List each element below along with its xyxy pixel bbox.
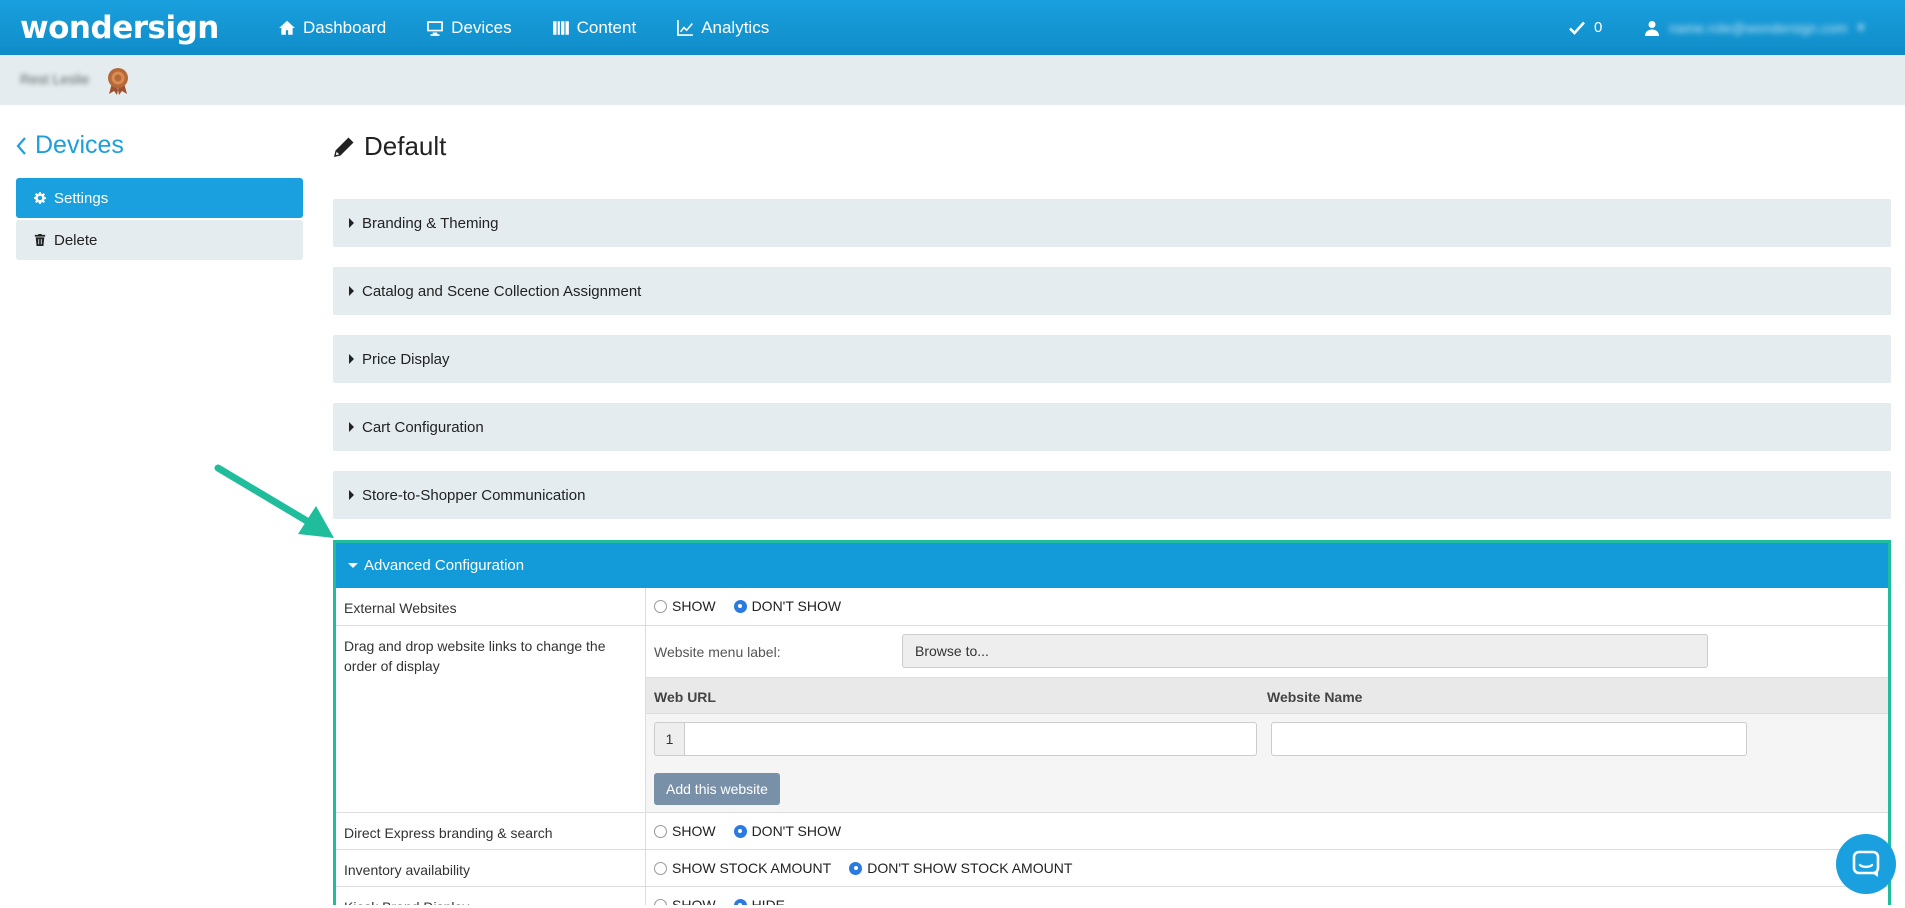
url-table-header: Web URL Website Name bbox=[646, 677, 1888, 714]
kiosk-brand-label: Kiosk Brand Display bbox=[336, 887, 646, 905]
website-menu-label-input[interactable]: Browse to... bbox=[902, 634, 1708, 668]
top-navbar: wondersign Dashboard Devices Content Ana… bbox=[0, 0, 1905, 55]
inventory-show-option[interactable]: SHOW STOCK AMOUNT bbox=[654, 860, 831, 876]
annotation-arrow bbox=[214, 464, 334, 538]
chevron-left-icon bbox=[16, 136, 26, 155]
row-direct-express: Direct Express branding & search SHOW DO… bbox=[336, 813, 1888, 850]
user-menu[interactable]: name.role@wondersign.com ▾ bbox=[1645, 0, 1864, 55]
notification-count: 0 bbox=[1594, 19, 1603, 36]
chat-icon bbox=[1852, 850, 1880, 877]
pencil-icon bbox=[334, 137, 354, 157]
advanced-configuration-header[interactable]: Advanced Configuration bbox=[336, 543, 1888, 588]
radio-button[interactable] bbox=[654, 861, 667, 875]
panel-store-to-shopper[interactable]: Store-to-Shopper Communication bbox=[333, 471, 1891, 519]
caret-right-icon bbox=[349, 490, 354, 500]
radio-button[interactable] bbox=[654, 898, 667, 905]
home-icon bbox=[279, 20, 295, 35]
advanced-configuration-section: Advanced Configuration External Websites… bbox=[333, 540, 1891, 905]
kiosk-brand-show-option[interactable]: SHOW bbox=[654, 897, 716, 905]
nav-content[interactable]: Content bbox=[552, 18, 636, 38]
gear-icon bbox=[34, 192, 46, 204]
radio-button[interactable] bbox=[654, 599, 667, 613]
radio-button-selected[interactable] bbox=[733, 599, 747, 613]
add-website-button[interactable]: Add this website bbox=[654, 773, 780, 805]
account-bar: Rest Leslie bbox=[0, 55, 1905, 105]
sidebar-item-settings[interactable]: Settings bbox=[16, 178, 303, 218]
website-order-label: Drag and drop website links to change th… bbox=[336, 626, 646, 812]
col-website-name: Website Name bbox=[1267, 689, 1363, 705]
external-websites-dont-show-option[interactable]: DON'T SHOW bbox=[733, 598, 841, 614]
col-web-url: Web URL bbox=[654, 689, 716, 705]
inventory-dont-show-option[interactable]: DON'T SHOW STOCK AMOUNT bbox=[849, 860, 1072, 876]
chat-launcher-button[interactable] bbox=[1836, 834, 1896, 894]
radio-button-selected[interactable] bbox=[849, 861, 863, 875]
website-url-table: Web URL Website Name 1 Add this website bbox=[646, 677, 1888, 812]
page-title: Default bbox=[333, 131, 446, 162]
row-external-websites: External Websites SHOW DON'T SHOW bbox=[336, 588, 1888, 626]
web-url-input[interactable] bbox=[684, 722, 1257, 756]
caret-right-icon bbox=[349, 354, 354, 364]
notification-indicator[interactable]: 0 bbox=[1568, 0, 1602, 55]
sidebar-item-delete[interactable]: Delete bbox=[16, 220, 303, 260]
external-websites-radio-group: SHOW DON'T SHOW bbox=[654, 598, 859, 614]
panel-catalog-assignment[interactable]: Catalog and Scene Collection Assignment bbox=[333, 267, 1891, 315]
row-website-order: Drag and drop website links to change th… bbox=[336, 626, 1888, 813]
monitor-icon bbox=[427, 20, 444, 36]
kiosk-brand-hide-option[interactable]: HIDE bbox=[733, 897, 785, 905]
nav-devices[interactable]: Devices bbox=[426, 18, 512, 38]
radio-button-selected[interactable] bbox=[733, 824, 747, 838]
line-chart-icon bbox=[677, 19, 694, 36]
panel-cart-configuration[interactable]: Cart Configuration bbox=[333, 403, 1891, 451]
website-name-input[interactable] bbox=[1271, 722, 1747, 756]
row-number: 1 bbox=[654, 722, 684, 756]
user-icon bbox=[1645, 20, 1659, 36]
main-nav: Dashboard Devices Content Analytics bbox=[278, 0, 769, 55]
direct-express-show-option[interactable]: SHOW bbox=[654, 823, 716, 839]
panel-branding-theming[interactable]: Branding & Theming bbox=[333, 199, 1891, 247]
columns-icon bbox=[552, 20, 569, 35]
caret-down-icon bbox=[348, 563, 358, 568]
trash-icon bbox=[34, 234, 46, 246]
inventory-label: Inventory availability bbox=[336, 850, 646, 886]
caret-right-icon bbox=[349, 286, 354, 296]
website-menu-label: Website menu label: bbox=[654, 644, 781, 660]
panel-price-display[interactable]: Price Display bbox=[333, 335, 1891, 383]
radio-button-selected[interactable] bbox=[733, 898, 747, 905]
row-inventory-availability: Inventory availability SHOW STOCK AMOUNT… bbox=[336, 850, 1888, 887]
external-websites-label: External Websites bbox=[336, 588, 646, 625]
external-websites-show-option[interactable]: SHOW bbox=[654, 598, 716, 614]
direct-express-radio-group: SHOW DON'T SHOW bbox=[654, 823, 859, 839]
check-icon bbox=[1569, 21, 1585, 35]
user-email: name.role@wondersign.com bbox=[1669, 19, 1848, 36]
award-ribbon-icon bbox=[108, 68, 128, 95]
direct-express-label: Direct Express branding & search bbox=[336, 813, 646, 849]
nav-dashboard[interactable]: Dashboard bbox=[278, 18, 386, 38]
kiosk-brand-radio-group: SHOW HIDE bbox=[654, 897, 803, 905]
row-kiosk-brand: Kiosk Brand Display SHOW HIDE bbox=[336, 887, 1888, 905]
caret-right-icon bbox=[349, 422, 354, 432]
account-name[interactable]: Rest Leslie bbox=[20, 71, 89, 87]
brand-logo[interactable]: wondersign bbox=[20, 10, 219, 46]
radio-button[interactable] bbox=[654, 824, 667, 838]
chevron-down-icon: ▾ bbox=[1857, 19, 1865, 35]
direct-express-dont-show-option[interactable]: DON'T SHOW bbox=[733, 823, 841, 839]
caret-right-icon bbox=[349, 218, 354, 228]
inventory-radio-group: SHOW STOCK AMOUNT DON'T SHOW STOCK AMOUN… bbox=[654, 860, 1090, 876]
back-to-devices-link[interactable]: Devices bbox=[15, 131, 124, 160]
nav-analytics[interactable]: Analytics bbox=[676, 18, 769, 38]
